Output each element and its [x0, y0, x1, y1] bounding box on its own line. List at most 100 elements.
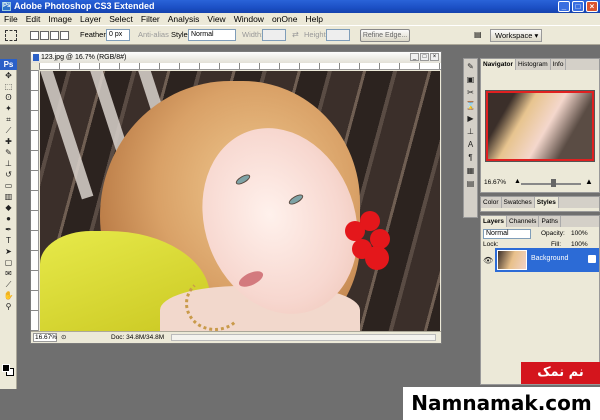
document-maximize-button[interactable]: □ — [420, 53, 429, 61]
navigator-tabs: Navigator Histogram Info — [481, 59, 599, 70]
document-title: 123.jpg @ 16.7% (RGB/8#) — [41, 54, 127, 61]
hand-icon[interactable]: ✋ — [3, 291, 14, 301]
notes-icon[interactable]: ✉ — [3, 269, 14, 279]
menu-file[interactable]: File — [4, 14, 18, 24]
feather-input[interactable]: 0 px — [106, 29, 130, 41]
navigator-zoom-value[interactable]: 16.67% — [484, 179, 506, 186]
navigator-slider-knob[interactable] — [551, 179, 556, 187]
brushes-icon[interactable]: ✎ — [465, 61, 476, 72]
tab-styles[interactable]: Styles — [534, 197, 559, 208]
anti-alias-checkbox[interactable]: Anti-alias — [138, 30, 169, 39]
navigator-view-box[interactable] — [486, 91, 594, 161]
fill-value[interactable]: 100% — [571, 241, 588, 248]
maximize-button[interactable]: □ — [572, 1, 584, 12]
navigator-thumbnail[interactable] — [485, 90, 595, 162]
move-icon[interactable]: ✥ — [3, 71, 14, 81]
layers-panel: Layers Channels Paths Normal Opacity: 10… — [480, 215, 600, 385]
add-selection-icon[interactable] — [40, 31, 49, 40]
opacity-value[interactable]: 100% — [571, 230, 588, 237]
new-selection-icon[interactable] — [30, 31, 39, 40]
document-close-button[interactable]: × — [430, 53, 439, 61]
tool-presets-icon[interactable]: ▣ — [465, 74, 476, 85]
tab-histogram[interactable]: Histogram — [516, 59, 551, 70]
clone-source-icon[interactable]: ⊥ — [465, 126, 476, 137]
brushes-palette-icon[interactable]: ▤ — [474, 30, 482, 39]
healing-icon[interactable]: ✚ — [3, 137, 14, 147]
tab-swatches[interactable]: Swatches — [502, 197, 535, 208]
measurement-icon[interactable]: ▤ — [465, 178, 476, 189]
layer-comps-icon[interactable]: ✂ — [465, 87, 476, 98]
dodge-icon[interactable]: ● — [3, 214, 14, 224]
menu-onone[interactable]: onOne — [272, 14, 298, 24]
document-window: 123.jpg @ 16.7% (RGB/8#) _ □ × 16.67% ⊙ … — [30, 51, 442, 344]
tab-info[interactable]: Info — [551, 59, 567, 70]
feather-label: Feather: — [80, 30, 108, 39]
history-icon[interactable]: ⌛ — [465, 100, 476, 111]
height-input[interactable] — [326, 29, 350, 41]
zoom-in-icon[interactable]: ▲ — [585, 177, 593, 186]
shape-icon[interactable]: ▢ — [3, 258, 14, 268]
foreground-color-swatch[interactable] — [2, 364, 10, 372]
zoom-icon[interactable]: ⚲ — [3, 302, 14, 312]
magic-wand-icon[interactable]: ✦ — [3, 104, 14, 114]
workspace-button[interactable]: Workspace ▾ — [490, 29, 542, 42]
style-label: Style: — [171, 30, 190, 39]
menu-filter[interactable]: Filter — [141, 14, 160, 24]
history-brush-icon[interactable]: ↺ — [3, 170, 14, 180]
eyedropper-icon[interactable]: ⟋ — [3, 280, 14, 290]
blur-icon[interactable]: ◆ — [3, 203, 14, 213]
tab-color[interactable]: Color — [481, 197, 502, 208]
horizontal-ruler[interactable] — [39, 63, 441, 70]
type-icon[interactable]: T — [3, 236, 14, 246]
tab-paths[interactable]: Paths — [539, 216, 562, 227]
marquee-icon[interactable]: ⬚ — [3, 82, 14, 92]
character-icon[interactable]: A — [465, 139, 476, 150]
clone-stamp-icon[interactable]: ⊥ — [3, 159, 14, 169]
gradient-icon[interactable]: ▥ — [3, 192, 14, 202]
image-canvas[interactable] — [40, 71, 440, 332]
status-menu-icon[interactable]: ⊙ — [61, 332, 66, 343]
eraser-icon[interactable]: ▭ — [3, 181, 14, 191]
path-select-icon[interactable]: ➤ — [3, 247, 14, 257]
menu-analysis[interactable]: Analysis — [168, 14, 200, 24]
width-input[interactable] — [262, 29, 286, 41]
pen-icon[interactable]: ✒ — [3, 225, 14, 235]
menu-select[interactable]: Select — [109, 14, 133, 24]
horizontal-scrollbar[interactable] — [171, 334, 436, 341]
zoom-out-icon[interactable]: ▲ — [514, 178, 521, 185]
blend-mode-select[interactable]: Normal — [483, 229, 531, 239]
crop-icon[interactable]: ⌗ — [3, 115, 14, 125]
subtract-selection-icon[interactable] — [50, 31, 59, 40]
tab-channels[interactable]: Channels — [507, 216, 540, 227]
paragraph-icon[interactable]: ¶ — [465, 152, 476, 163]
brush-icon[interactable]: ✎ — [3, 148, 14, 158]
tab-navigator[interactable]: Navigator — [481, 59, 516, 70]
vertical-ruler[interactable] — [31, 70, 39, 332]
actions-icon[interactable]: ▶ — [465, 113, 476, 124]
title-bar: Ps Adobe Photoshop CS3 Extended _ □ × — [0, 0, 600, 13]
refine-edge-button[interactable]: Refine Edge... — [360, 29, 410, 42]
rectangular-marquee-preset-icon[interactable] — [5, 30, 17, 41]
style-select[interactable]: Normal — [188, 29, 236, 41]
lasso-icon[interactable]: ʘ — [3, 93, 14, 103]
document-info[interactable]: Doc: 34.8M/34.8M — [111, 332, 164, 343]
tab-layers[interactable]: Layers — [481, 216, 507, 227]
close-button[interactable]: × — [586, 1, 598, 12]
menu-image[interactable]: Image — [48, 14, 72, 24]
menu-view[interactable]: View — [207, 14, 225, 24]
intersect-selection-icon[interactable] — [60, 31, 69, 40]
layers-tabs: Layers Channels Paths — [481, 216, 599, 227]
document-zoom-field[interactable]: 16.67% — [33, 333, 57, 342]
document-minimize-button[interactable]: _ — [410, 53, 419, 61]
menu-layer[interactable]: Layer — [80, 14, 101, 24]
swap-dimensions-icon[interactable]: ⇄ — [292, 30, 299, 39]
layer-row-background[interactable]: Background — [495, 248, 599, 272]
menu-edit[interactable]: Edit — [26, 14, 41, 24]
menu-window[interactable]: Window — [234, 14, 264, 24]
document-title-bar[interactable]: 123.jpg @ 16.7% (RGB/8#) _ □ × — [31, 52, 441, 63]
slice-icon[interactable]: ⟋ — [3, 126, 14, 136]
visibility-eye-icon[interactable]: 👁 — [483, 256, 493, 265]
animation-icon[interactable]: ▦ — [465, 165, 476, 176]
menu-help[interactable]: Help — [305, 14, 322, 24]
minimize-button[interactable]: _ — [558, 1, 570, 12]
